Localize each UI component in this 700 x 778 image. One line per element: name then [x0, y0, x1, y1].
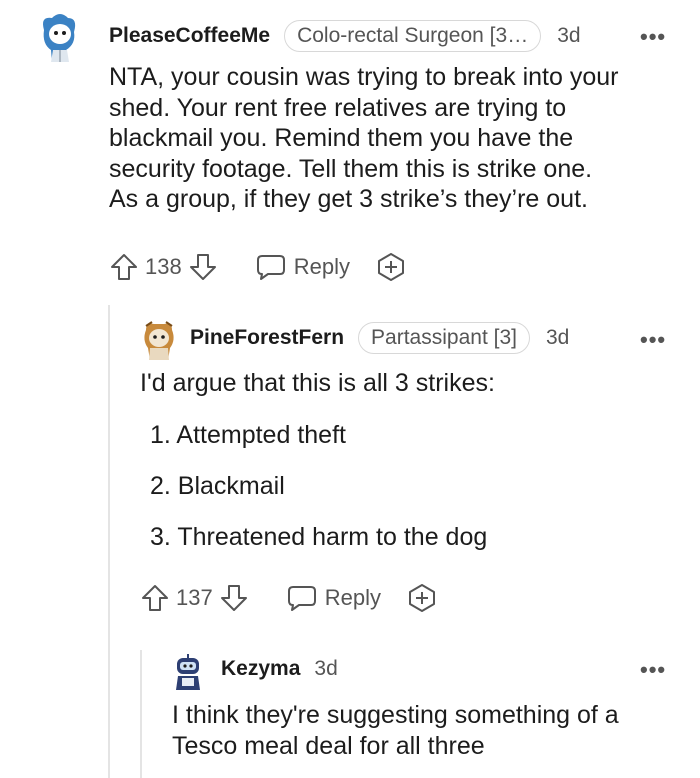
comment-body: I think they're suggesting something of …	[172, 700, 692, 761]
username[interactable]: PleaseCoffeeMe	[109, 24, 270, 48]
vote-control: 137	[140, 583, 249, 613]
comment-line: security footage. Tell them this is stri…	[109, 154, 593, 183]
comment-actions: 138 Reply	[109, 252, 406, 282]
comment-age: 3d	[314, 657, 338, 680]
reply-bubble-icon	[256, 255, 285, 280]
comment-header: PleaseCoffeeMe Colo-rectal Surgeon [3… 3…	[109, 20, 581, 52]
snoo-avatar-icon	[144, 321, 174, 360]
comment-actions: 137 Reply	[140, 583, 437, 613]
vote-count: 138	[145, 254, 182, 279]
award-plus-icon	[377, 253, 404, 281]
strike-list: 1. Attempted theft 2. Blackmail 3. Threa…	[150, 420, 487, 573]
reply-button[interactable]: Reply	[287, 584, 381, 612]
snoo-avatar-icon	[176, 654, 200, 690]
more-options-icon[interactable]: •••	[640, 657, 666, 683]
reply-label: Reply	[293, 254, 350, 279]
list-item: 2. Blackmail	[150, 472, 285, 500]
award-plus-icon	[408, 584, 435, 612]
comment-body: I'd argue that this is all 3 strikes:	[140, 369, 495, 397]
downvote-icon[interactable]	[188, 252, 218, 282]
comment-line: As a group, if they get 3 strike’s they’…	[109, 185, 588, 213]
comment-body: NTA, your cousin was trying to break int…	[109, 62, 689, 215]
comment-header: PineForestFern Partassipant [3] 3d	[190, 322, 569, 354]
list-item: 3. Threatened harm to the dog	[150, 523, 488, 551]
upvote-icon[interactable]	[140, 583, 170, 613]
user-flair: Colo-rectal Surgeon [3…	[284, 20, 542, 52]
comment-line: I think they're suggesting something of …	[172, 701, 619, 729]
reply-button[interactable]: Reply	[256, 253, 350, 281]
avatar[interactable]	[36, 10, 82, 69]
downvote-icon[interactable]	[219, 583, 249, 613]
username[interactable]: Kezyma	[221, 657, 300, 681]
comment-line: NTA, your cousin was trying to break int…	[109, 63, 619, 91]
vote-count: 137	[176, 585, 213, 610]
comment-age: 3d	[545, 326, 570, 349]
avatar[interactable]	[140, 320, 178, 367]
comment-line: Tesco meal deal for all three	[172, 731, 485, 760]
comment-line: shed. Your rent free relatives are tryin…	[109, 93, 567, 122]
comment-line: blackmail you. Remind them you have the	[109, 124, 574, 152]
upvote-icon[interactable]	[109, 252, 139, 282]
award-button[interactable]	[407, 583, 437, 613]
user-flair: Partassipant [3]	[358, 322, 530, 354]
more-options-icon[interactable]: •••	[640, 327, 666, 353]
thread-line[interactable]	[140, 650, 142, 778]
comment-header: Kezyma 3d	[221, 657, 338, 681]
reply-bubble-icon	[287, 586, 316, 611]
avatar[interactable]	[172, 652, 204, 697]
more-options-icon[interactable]: •••	[640, 24, 666, 50]
vote-control: 138	[109, 252, 218, 282]
award-button[interactable]	[376, 252, 406, 282]
username[interactable]: PineForestFern	[190, 326, 344, 350]
thread-line[interactable]	[108, 305, 110, 778]
list-item: 1. Attempted theft	[150, 421, 346, 449]
comment-age: 3d	[557, 24, 581, 47]
reply-label: Reply	[324, 585, 381, 610]
snoo-avatar-icon	[43, 14, 76, 62]
